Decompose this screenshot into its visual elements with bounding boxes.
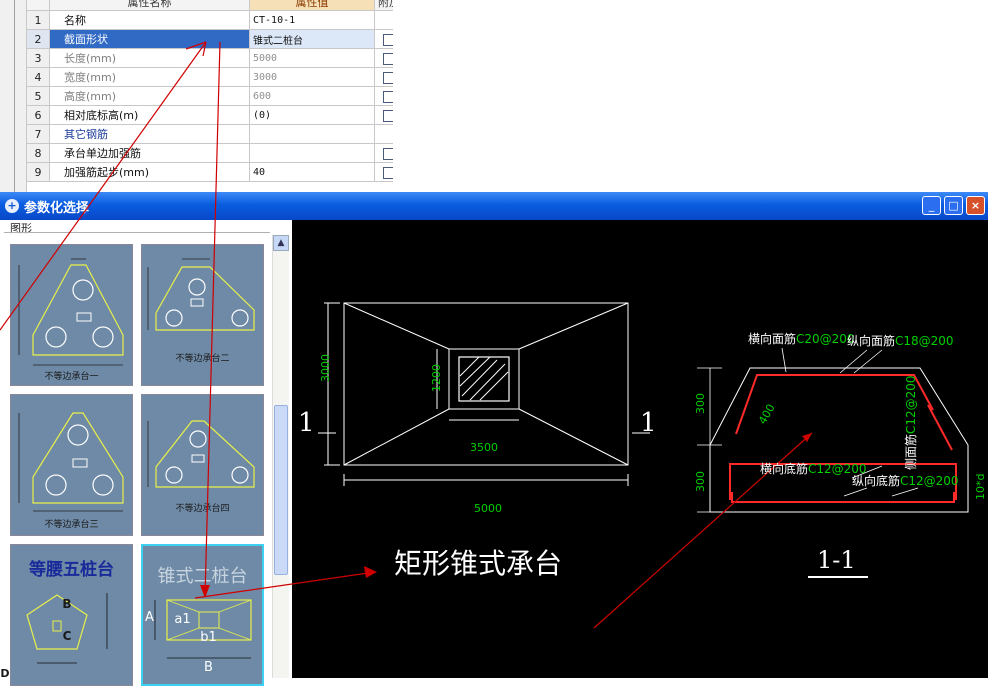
- section-mark-right: 1: [640, 408, 657, 438]
- label-bot-trans-rebar: 横向底筋C12@200: [760, 462, 867, 476]
- dim-h2: 300: [694, 471, 707, 492]
- section-label: 1-1: [817, 546, 856, 574]
- tile-caption: 不等边承台二: [175, 354, 230, 364]
- tile-shape-icon: [147, 258, 255, 331]
- header-name: 属性名称: [49, 0, 250, 11]
- table-row[interactable]: 8 承台单边加强筋: [26, 143, 404, 163]
- row-number: 3: [26, 48, 50, 68]
- header-value: 属性值: [249, 0, 375, 11]
- label-a1: a1: [174, 612, 191, 627]
- dialog-titlebar[interactable]: + 参数化选择 _ □ ×: [0, 192, 988, 220]
- row-name: 宽度(mm): [49, 67, 250, 87]
- shape-gallery: 图形 不等边承台一 不等边承台二 不等边承台三 不等边承台四 等腰五桩台 B C…: [0, 220, 292, 686]
- row-value[interactable]: [249, 124, 375, 144]
- table-row[interactable]: 6 相对底标高(m) (0): [26, 105, 404, 125]
- table-row[interactable]: 3 长度(mm) 5000: [26, 48, 404, 68]
- row-number: 1: [26, 10, 50, 30]
- property-table: 属性名称 属性值 附加 1 名称 CT-10-1 2 截面形状 锥式二桩台 3 …: [26, 0, 404, 182]
- row-name: 其它钢筋: [49, 124, 250, 144]
- label-b: B: [62, 597, 72, 611]
- row-value[interactable]: 锥式二桩台: [249, 29, 375, 49]
- label-b: B: [204, 660, 213, 675]
- row-name: 名称: [49, 10, 250, 30]
- cad-drawing: [318, 302, 969, 629]
- row-value[interactable]: CT-10-1: [249, 10, 375, 30]
- shape-tile-2[interactable]: 不等边承台二: [141, 244, 264, 386]
- row-name: 加强筋起步(mm): [49, 162, 250, 182]
- table-row-selected[interactable]: 2 截面形状 锥式二桩台: [26, 29, 404, 49]
- row-value[interactable]: 600: [249, 86, 375, 106]
- property-grid-window: 属性名称 属性值 附加 1 名称 CT-10-1 2 截面形状 锥式二桩台 3 …: [0, 0, 988, 192]
- dim-col-w: 3500: [470, 441, 498, 454]
- shape-tile-3[interactable]: 不等边承台三: [10, 394, 133, 536]
- tile-caption: 不等边承台一: [44, 372, 99, 382]
- section-mark-left: 1: [298, 408, 315, 438]
- gallery-scrollbar[interactable]: ▲: [272, 235, 289, 678]
- row-name: 截面形状: [49, 29, 250, 49]
- cad-title: 矩形锥式承台: [394, 547, 563, 580]
- row-number: 7: [26, 124, 50, 144]
- shape-tile-4[interactable]: 不等边承台四: [141, 394, 264, 536]
- tile-shape-icon: [18, 258, 124, 366]
- scroll-thumb[interactable]: [274, 405, 288, 575]
- row-value[interactable]: 40: [249, 162, 375, 182]
- row-name: 承台单边加强筋: [49, 143, 250, 163]
- row-number: 6: [26, 105, 50, 125]
- cad-preview: 1 1 3000 1200 3500 5000 300 300 400 10*d…: [292, 220, 988, 678]
- gallery-divider: [4, 232, 270, 233]
- dim-h1: 300: [694, 393, 707, 414]
- gallery-label: 图形: [10, 222, 32, 235]
- table-row[interactable]: 1 名称 CT-10-1: [26, 10, 404, 30]
- tile-caption: 不等边承台三: [44, 520, 99, 530]
- label-bottom: D: [0, 667, 10, 680]
- maximize-button[interactable]: □: [944, 196, 963, 215]
- table-row[interactable]: 7 其它钢筋: [26, 124, 404, 144]
- dim-length: 5000: [474, 502, 502, 515]
- label-c: C: [62, 629, 72, 643]
- row-name: 长度(mm): [49, 48, 250, 68]
- row-number: 5: [26, 86, 50, 106]
- dialog-title: 参数化选择: [24, 201, 90, 216]
- row-value[interactable]: [249, 143, 375, 163]
- row-value[interactable]: 3000: [249, 67, 375, 87]
- label-bot-long-rebar: 纵向底筋C12@200: [852, 474, 959, 488]
- row-value[interactable]: 5000: [249, 48, 375, 68]
- row-number: 8: [26, 143, 50, 163]
- scroll-up-icon[interactable]: ▲: [273, 235, 289, 251]
- table-row[interactable]: 4 宽度(mm) 3000: [26, 67, 404, 87]
- app-icon: +: [5, 199, 19, 213]
- close-button[interactable]: ×: [966, 196, 985, 215]
- dim-side: 10*d: [974, 473, 987, 500]
- table-row[interactable]: 9 加强筋起步(mm) 40: [26, 162, 404, 182]
- shape-tile-1[interactable]: 不等边承台一: [10, 244, 133, 386]
- table-row[interactable]: 5 高度(mm) 600: [26, 86, 404, 106]
- row-value[interactable]: (0): [249, 105, 375, 125]
- empty-area: [393, 0, 988, 192]
- row-name: 相对底标高(m): [49, 105, 250, 125]
- row-number: 2: [26, 29, 50, 49]
- label-b1: b1: [200, 630, 217, 645]
- label-side-rebar: 侧面筋C12@200: [904, 375, 918, 470]
- minimize-button[interactable]: _: [922, 196, 941, 215]
- tile-shape-icon: [147, 420, 255, 488]
- tile-shape-icon: [18, 412, 124, 512]
- label-top-trans-rebar: 横向面筋C20@200: [748, 332, 855, 346]
- left-panel-edge: [0, 0, 27, 192]
- section-underline: [808, 576, 868, 578]
- label-top-long-rebar: 纵向面筋C18@200: [847, 334, 954, 348]
- dim-col-h: 1200: [430, 364, 443, 392]
- tile-caption: 不等边承台四: [175, 504, 230, 514]
- row-number: 9: [26, 162, 50, 182]
- row-number: 4: [26, 67, 50, 87]
- dim-width: 3000: [319, 354, 332, 382]
- table-header-row: 属性名称 属性值 附加: [26, 0, 404, 11]
- shape-tile-6-selected[interactable]: 锥式二桩台 A a1 b1 B: [141, 544, 264, 686]
- row-name: 高度(mm): [49, 86, 250, 106]
- parametric-dialog: + 参数化选择 _ □ × 图形 不等边承台一 不等边承台二 不等边承台三 不等…: [0, 192, 988, 686]
